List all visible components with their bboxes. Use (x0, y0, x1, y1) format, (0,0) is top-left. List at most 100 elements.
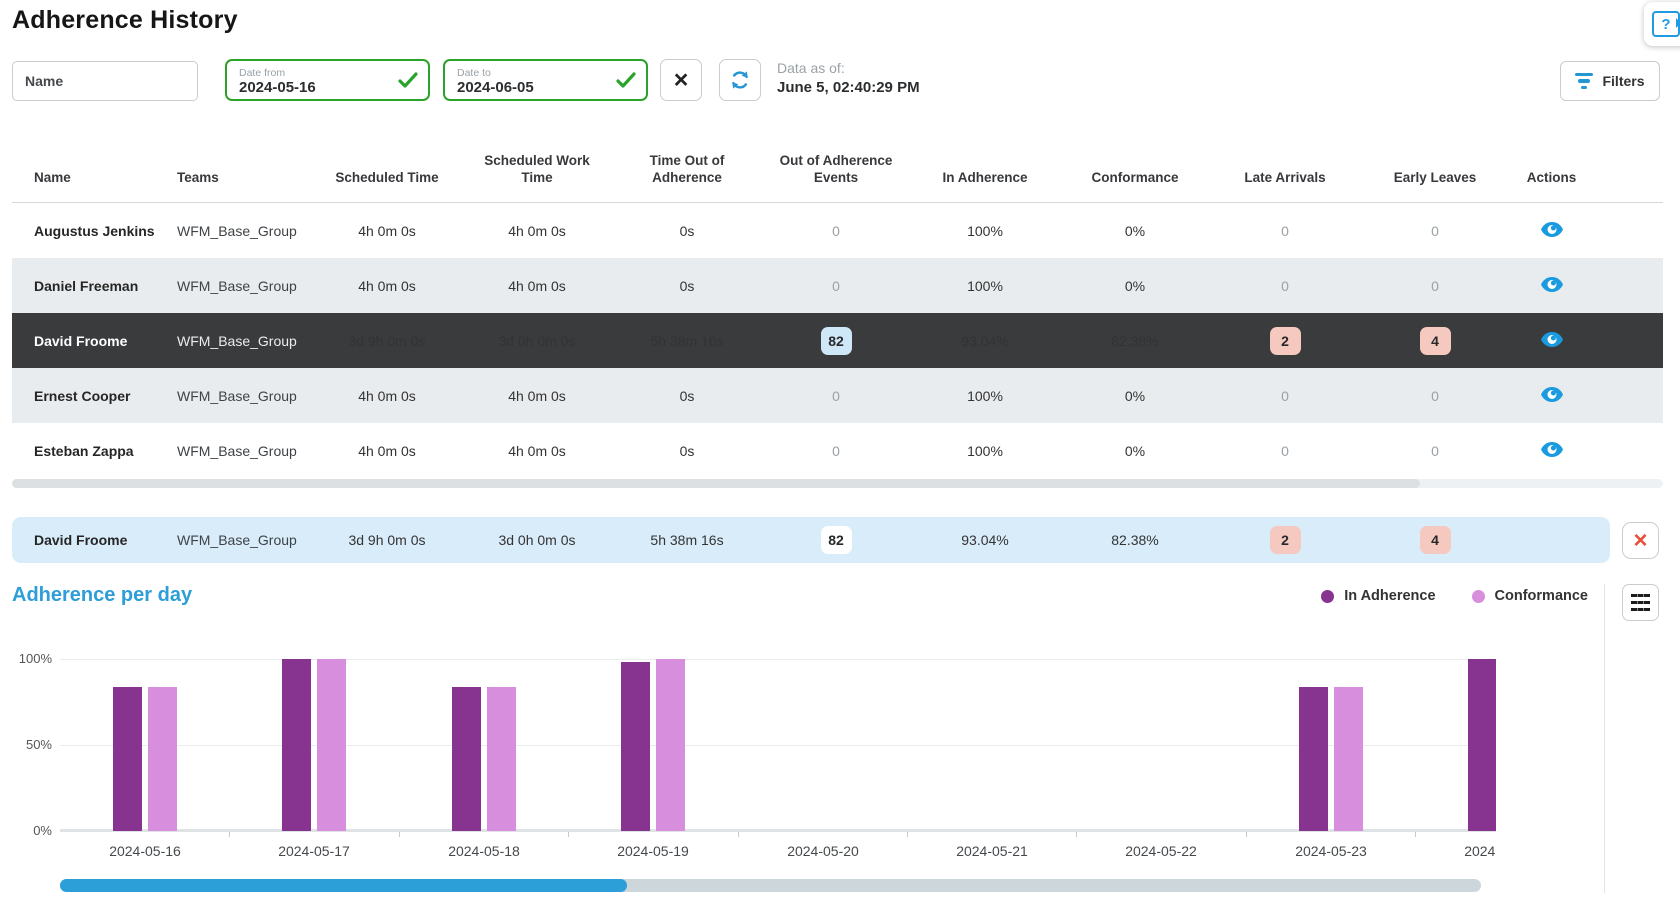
table-row[interactable]: Augustus JenkinsWFM_Base_Group4h 0m 0s4h… (12, 203, 1663, 259)
data-as-of-label: Data as of: (777, 60, 920, 76)
name: David Froome (34, 532, 127, 548)
cell-late_arrivals: 0 (1210, 368, 1360, 423)
scheduled_work_time: 4h 0m 0s (508, 223, 566, 239)
page-title: Adherence History (12, 6, 238, 35)
filters-button[interactable]: Filters (1560, 61, 1660, 101)
date-from-label: Date from (239, 67, 398, 79)
early_leaves: 0 (1431, 223, 1439, 239)
late_arrivals: 0 (1281, 388, 1289, 404)
out_of_adherence_events: 82 (821, 526, 852, 554)
column-header[interactable]: Teams (167, 128, 312, 203)
table-row[interactable]: David FroomeWFM_Base_Group3d 9h 0m 0s3d … (12, 313, 1663, 368)
time_out_of_adherence: 0s (680, 278, 695, 294)
scheduled_work_time: 3d 0h 0m 0s (498, 532, 575, 548)
row-spacer (1593, 368, 1663, 423)
view-details-button[interactable] (1541, 277, 1563, 292)
cell-time_out_of_adherence: 0s (612, 423, 762, 478)
date-from-field[interactable]: Date from 2024-05-16 (225, 59, 430, 101)
view-details-button[interactable] (1541, 387, 1563, 402)
cell-in_adherence: 100% (910, 368, 1060, 423)
legend-label: Conformance (1495, 588, 1588, 604)
column-header[interactable]: Out of Adherence Events (762, 128, 910, 203)
cell-scheduled_time: 4h 0m 0s (312, 258, 462, 313)
cell-in_adherence: 100% (910, 258, 1060, 313)
axis-tick (399, 832, 400, 837)
summary-cell-name: David Froome (12, 517, 167, 563)
chart-horizontal-scrollbar[interactable] (60, 879, 1481, 892)
refresh-button[interactable] (719, 59, 761, 101)
cell-in_adherence: 100% (910, 423, 1060, 478)
x-axis-tick-label: 2024-05-20 (758, 843, 888, 859)
x-axis-labels: 2024-05-162024-05-172024-05-182024-05-19… (60, 843, 1496, 863)
table-scrollbar-thumb[interactable] (12, 479, 1420, 488)
axis-tick (738, 832, 739, 837)
column-header[interactable]: Conformance (1060, 128, 1210, 203)
cell-teams: WFM_Base_Group (167, 368, 312, 423)
table-row[interactable]: Ernest CooperWFM_Base_Group4h 0m 0s4h 0m… (12, 368, 1663, 423)
axis-tick (1076, 832, 1077, 837)
date-to-field[interactable]: Date to 2024-06-05 (443, 59, 648, 101)
y-axis-tick-label: 100% (0, 651, 52, 666)
table-horizontal-scrollbar[interactable] (12, 479, 1663, 488)
adherence-table: NameTeamsScheduled TimeScheduled Work Ti… (12, 128, 1663, 478)
out_of_adherence_events: 82 (821, 327, 852, 355)
selected-agent-summary-row: David FroomeWFM_Base_Group3d 9h 0m 0s3d … (12, 517, 1610, 563)
in_adherence: 93.04% (961, 532, 1008, 548)
header-spacer (1593, 128, 1663, 203)
cell-late_arrivals: 0 (1210, 203, 1360, 259)
out_of_adherence_events: 0 (832, 223, 840, 239)
valid-check-icon (616, 72, 636, 88)
cell-actions (1510, 203, 1593, 259)
in-adherence-bar-2024-05-23 (1299, 687, 1328, 831)
in_adherence: 100% (967, 388, 1003, 404)
name-filter-input[interactable] (12, 61, 198, 101)
conformance: 0% (1125, 278, 1145, 294)
chart-options-button[interactable] (1622, 584, 1659, 621)
help-button[interactable]: ? (1644, 2, 1680, 46)
cell-conformance: 0% (1060, 368, 1210, 423)
column-header[interactable]: Actions (1510, 128, 1593, 203)
scheduled_work_time: 4h 0m 0s (508, 388, 566, 404)
cell-name: Esteban Zappa (12, 423, 167, 478)
summary-cell-time_out_of_adherence: 5h 38m 16s (612, 517, 762, 563)
early_leaves: 4 (1420, 327, 1451, 355)
y-axis-tick-label: 0% (0, 823, 52, 838)
conformance-bar-2024-05-23 (1334, 687, 1363, 831)
cell-teams: WFM_Base_Group (167, 258, 312, 313)
column-header[interactable]: Early Leaves (1360, 128, 1510, 203)
column-header[interactable]: Name (12, 128, 167, 203)
in-adherence-bar-2024-05-17 (282, 659, 311, 831)
view-details-button[interactable] (1541, 332, 1563, 347)
row-spacer (1593, 313, 1663, 368)
cell-conformance: 0% (1060, 203, 1210, 259)
vertical-divider (1604, 584, 1605, 893)
column-header[interactable]: Late Arrivals (1210, 128, 1360, 203)
column-header[interactable]: Time Out of Adherence (612, 128, 762, 203)
out_of_adherence_events: 0 (832, 388, 840, 404)
chart-scrollbar-thumb[interactable] (60, 879, 627, 892)
scheduled_time: 4h 0m 0s (358, 443, 416, 459)
legend-dot (1321, 590, 1334, 603)
column-header[interactable]: In Adherence (910, 128, 1060, 203)
column-header[interactable]: Scheduled Time (312, 128, 462, 203)
conformance: 82.38% (1111, 532, 1158, 548)
summary-close-button[interactable]: × (1622, 522, 1659, 559)
clear-dates-button[interactable]: × (660, 59, 702, 101)
row-spacer (1593, 203, 1663, 259)
legend-item-in-adherence[interactable]: In Adherence (1321, 588, 1435, 604)
scheduled_work_time: 4h 0m 0s (508, 443, 566, 459)
view-details-button[interactable] (1541, 222, 1563, 237)
x-axis-tick-label: 2024-05-17 (249, 843, 379, 859)
axis-tick (907, 832, 908, 837)
cell-teams: WFM_Base_Group (167, 203, 312, 259)
filters-button-label: Filters (1602, 73, 1644, 89)
legend-item-conformance[interactable]: Conformance (1472, 588, 1588, 604)
x-axis-tick-label: 2024-05-21 (927, 843, 1057, 859)
column-header[interactable]: Scheduled Work Time (462, 128, 612, 203)
summary-cell-teams: WFM_Base_Group (167, 517, 312, 563)
cell-in_adherence: 100% (910, 203, 1060, 259)
cell-scheduled_work_time: 4h 0m 0s (462, 368, 612, 423)
table-row[interactable]: Esteban ZappaWFM_Base_Group4h 0m 0s4h 0m… (12, 423, 1663, 478)
table-row[interactable]: Daniel FreemanWFM_Base_Group4h 0m 0s4h 0… (12, 258, 1663, 313)
view-details-button[interactable] (1541, 442, 1563, 457)
